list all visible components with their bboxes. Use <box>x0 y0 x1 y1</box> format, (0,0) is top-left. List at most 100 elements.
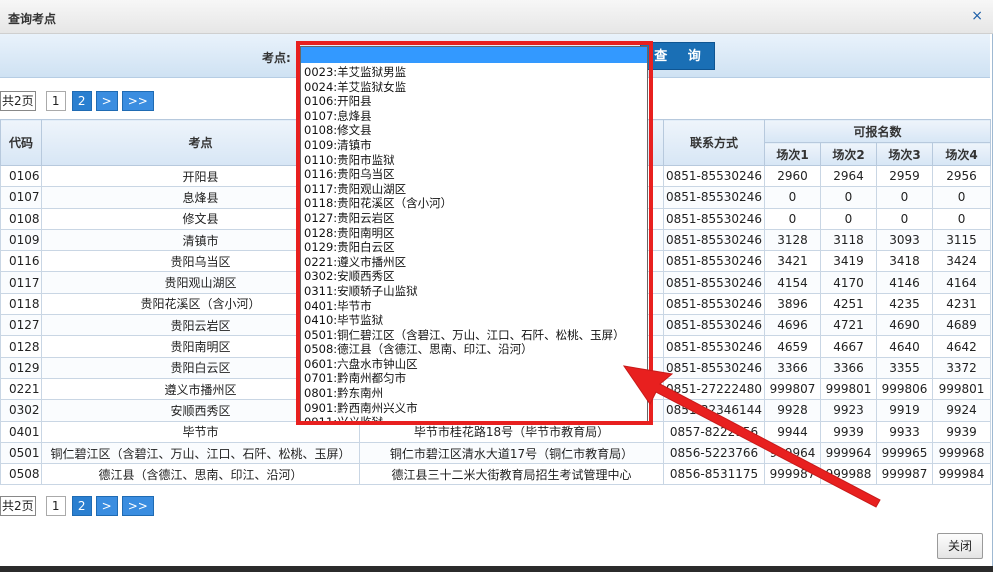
cell-session-1: 4154 <box>764 271 821 294</box>
dropdown-option[interactable]: 0221:遵义市播州区 <box>304 255 647 270</box>
cell-contact: 0851-85530246 <box>663 271 765 294</box>
page-2-button[interactable]: 2 <box>71 91 92 111</box>
cell-session-1: 3896 <box>764 292 821 316</box>
cell-contact: 0851-85530246 <box>663 314 765 337</box>
cell-session-4: 999984 <box>931 463 992 486</box>
cell-session-1: 999807 <box>764 377 821 401</box>
cell-session-1: 3421 <box>764 250 821 273</box>
cell-session-3: 999806 <box>876 377 933 401</box>
query-button[interactable]: 查 询 <box>640 42 715 70</box>
cell-session-3: 0 <box>876 207 933 230</box>
cell-session-3: 3418 <box>876 250 933 273</box>
last-page-button[interactable]: >> <box>121 496 154 516</box>
dropdown-option[interactable]: 0701:黔南州都匀市 <box>304 371 647 386</box>
cell-session-3: 9933 <box>876 420 933 443</box>
cell-session-3: 4690 <box>876 314 933 337</box>
dropdown-option[interactable]: 0129:贵阳白云区 <box>304 240 647 255</box>
dropdown-option[interactable]: 0106:开阳县 <box>304 94 647 109</box>
cell-session-4: 2956 <box>931 164 992 188</box>
next-page-button[interactable]: > <box>95 496 118 516</box>
dropdown-option[interactable]: 0508:德江县（含德江、思南、印江、沿河） <box>304 342 647 357</box>
dropdown-option[interactable]: 0801:黔东南州 <box>304 386 647 401</box>
cell-session-4: 3372 <box>931 356 992 379</box>
table-row[interactable]: 0401 毕节市 毕节市桂花路18号（毕节市教育局） 0857-8222956 9944… <box>0 420 992 443</box>
dropdown-option[interactable]: 0410:毕节监狱 <box>304 313 647 328</box>
cell-code: 0401 <box>0 420 42 443</box>
cell-session-2: 999801 <box>820 377 877 401</box>
col-header-capacity: 可报名数 <box>763 119 992 143</box>
cell-session-4: 3115 <box>931 228 992 252</box>
cell-session-2: 4170 <box>820 271 877 294</box>
dropdown-option[interactable]: 0110:贵阳市监狱 <box>304 153 647 168</box>
dialog-title: 查询考点 <box>8 12 57 26</box>
cell-site: 铜仁碧江区（含碧江、万山、江口、石阡、松桃、玉屏） <box>41 441 360 465</box>
page-2-button[interactable]: 2 <box>71 496 92 516</box>
cell-session-1: 999987 <box>764 463 821 486</box>
close-icon[interactable]: × <box>971 8 983 24</box>
page-total: 共2页 <box>0 91 36 111</box>
dropdown-option[interactable]: 0901:黔西南州兴义市 <box>304 401 647 416</box>
page-1-button[interactable]: 1 <box>45 496 66 516</box>
next-page-button[interactable]: > <box>95 91 118 111</box>
cell-contact: 0851-85530246 <box>663 186 765 209</box>
dropdown-option[interactable]: 0127:贵阳云岩区 <box>304 211 647 226</box>
pager-bottom: 共2页 1 2 > >> <box>0 495 154 517</box>
cell-session-4: 999801 <box>931 377 992 401</box>
dropdown-option[interactable]: 0024:羊艾监狱女监 <box>304 80 647 95</box>
cell-code: 0116 <box>0 250 42 273</box>
dropdown-selected-option[interactable] <box>301 47 647 63</box>
cell-session-2: 999964 <box>820 441 877 465</box>
dropdown-option[interactable]: 0311:安顺轿子山监狱 <box>304 284 647 299</box>
col-header-contact: 联系方式 <box>663 119 765 166</box>
dropdown-option[interactable]: 0118:贵阳花溪区（含小河） <box>304 196 647 211</box>
dropdown-option[interactable]: 0501:铜仁碧江区（含碧江、万山、江口、石阡、松桃、玉屏） <box>304 328 647 343</box>
pager-top: 共2页 1 2 > >> <box>0 90 154 112</box>
cell-contact: 0851-85530246 <box>663 250 765 273</box>
cell-code: 0108 <box>0 207 42 230</box>
col-header-session-3: 场次3 <box>876 142 933 166</box>
cell-session-2: 3419 <box>820 250 877 273</box>
dialog-titlebar: 查询考点 × <box>0 0 993 34</box>
cell-session-4: 4642 <box>931 335 992 358</box>
cell-address: 毕节市桂花路18号（毕节市教育局） <box>359 420 664 443</box>
cell-session-4: 3424 <box>931 250 992 273</box>
cell-contact: 0856-5223766 <box>663 441 765 465</box>
cell-session-3: 9919 <box>876 399 933 422</box>
dropdown-option[interactable]: 0128:贵阳南明区 <box>304 226 647 241</box>
window-bottom-edge <box>0 566 993 572</box>
dropdown-option[interactable]: 0023:羊艾监狱男监 <box>304 65 647 80</box>
dropdown-option[interactable]: 0116:贵阳乌当区 <box>304 167 647 182</box>
col-header-session-4: 场次4 <box>931 142 992 166</box>
cell-session-2: 999988 <box>820 463 877 486</box>
query-exam-site-dialog: 查询考点 × 考点: 查 询 共2页 1 2 > >> 代码 考点 地址 联系方… <box>0 0 993 572</box>
dropdown-option[interactable]: 0911:兴义监狱 <box>304 415 647 421</box>
dropdown-option[interactable]: 0108:修文县 <box>304 123 647 138</box>
close-button[interactable]: 关闭 <box>937 533 983 559</box>
cell-session-2: 2964 <box>820 164 877 188</box>
cell-contact: 0851-85530246 <box>663 164 765 188</box>
cell-contact: 0851-85530246 <box>663 228 765 252</box>
page-1-button[interactable]: 1 <box>45 91 66 111</box>
cell-site: 德江县（含德江、思南、印江、沿河） <box>41 463 360 486</box>
cell-session-4: 4689 <box>931 314 992 337</box>
cell-code: 0107 <box>0 186 42 209</box>
table-row[interactable]: 0508 德江县（含德江、思南、印江、沿河） 德江县三十二米大街教育局招生考试管理中… <box>0 463 992 486</box>
dropdown-option[interactable]: 0107:息烽县 <box>304 109 647 124</box>
exam-site-dropdown-list[interactable]: 0023:羊艾监狱男监 0024:羊艾监狱女监 0106:开阳县 0107:息烽县 01… <box>300 46 648 422</box>
dropdown-option[interactable]: 0401:毕节市 <box>304 299 647 314</box>
cell-contact: 0857-8222956 <box>663 420 765 443</box>
table-row[interactable]: 0501 铜仁碧江区（含碧江、万山、江口、石阡、松桃、玉屏） 铜仁市碧江区清水大道1… <box>0 441 992 465</box>
cell-session-1: 4659 <box>764 335 821 358</box>
last-page-button[interactable]: >> <box>121 91 154 111</box>
cell-code: 0508 <box>0 463 42 486</box>
cell-contact: 0851-32346144 <box>663 399 765 422</box>
dropdown-option[interactable]: 0601:六盘水市钟山区 <box>304 357 647 372</box>
cell-session-3: 999965 <box>876 441 933 465</box>
cell-session-4: 9939 <box>931 420 992 443</box>
cell-session-4: 999968 <box>931 441 992 465</box>
cell-code: 0106 <box>0 164 42 188</box>
cell-session-1: 999964 <box>764 441 821 465</box>
dropdown-option[interactable]: 0117:贵阳观山湖区 <box>304 182 647 197</box>
dropdown-option[interactable]: 0302:安顺西秀区 <box>304 269 647 284</box>
dropdown-option[interactable]: 0109:清镇市 <box>304 138 647 153</box>
